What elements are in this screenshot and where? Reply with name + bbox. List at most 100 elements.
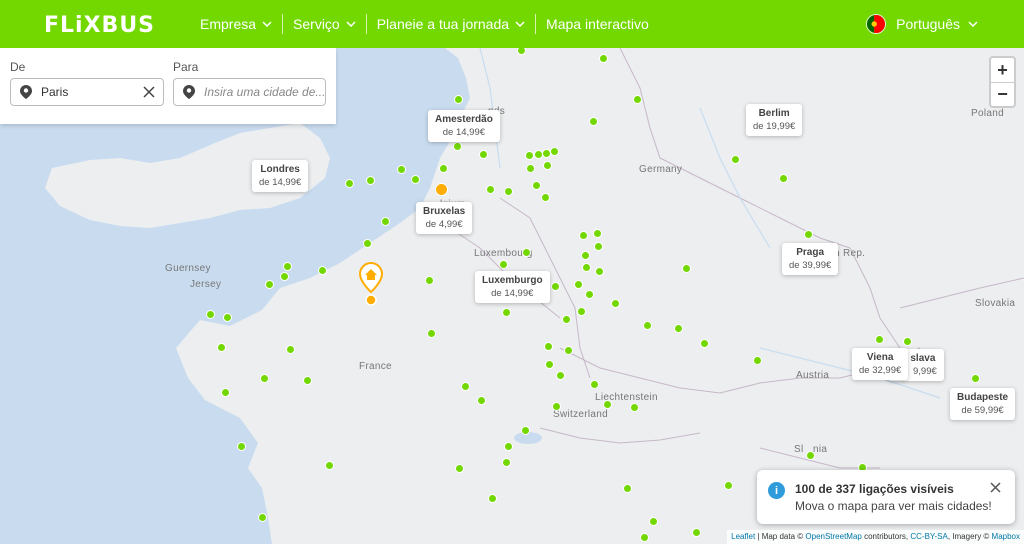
city-dot[interactable] bbox=[589, 117, 598, 126]
nav-item-mapa[interactable]: Mapa interactivo bbox=[535, 14, 659, 34]
city-dot[interactable] bbox=[971, 374, 980, 383]
osm-link[interactable]: OpenStreetMap bbox=[805, 532, 861, 541]
city-dot[interactable] bbox=[903, 337, 912, 346]
nav-item-empresa[interactable]: Empresa bbox=[200, 14, 282, 34]
city-dot[interactable] bbox=[221, 388, 230, 397]
flixbus-logo[interactable]: FLiXBUS bbox=[44, 13, 155, 38]
leaflet-link[interactable]: Leaflet bbox=[731, 532, 755, 541]
city-dot[interactable] bbox=[286, 345, 295, 354]
highlighted-city-dot[interactable] bbox=[435, 183, 448, 196]
language-selector[interactable]: Português bbox=[866, 14, 978, 34]
city-dot[interactable] bbox=[521, 426, 530, 435]
city-dot[interactable] bbox=[545, 360, 554, 369]
to-input[interactable] bbox=[204, 85, 324, 99]
city-dot[interactable] bbox=[594, 242, 603, 251]
city-dot[interactable] bbox=[461, 382, 470, 391]
city-dot[interactable] bbox=[724, 481, 733, 490]
city-dot[interactable] bbox=[504, 442, 513, 451]
city-dot[interactable] bbox=[223, 313, 232, 322]
mapbox-link[interactable]: Mapbox bbox=[992, 532, 1020, 541]
city-dot[interactable] bbox=[550, 147, 559, 156]
city-dot[interactable] bbox=[611, 299, 620, 308]
city-dot[interactable] bbox=[804, 230, 813, 239]
city-dot[interactable] bbox=[806, 451, 815, 460]
from-field[interactable] bbox=[10, 78, 164, 106]
city-dot[interactable] bbox=[633, 95, 642, 104]
clear-icon[interactable] bbox=[143, 86, 155, 98]
city-dot[interactable] bbox=[439, 164, 448, 173]
nav-item-servico[interactable]: Serviço bbox=[282, 14, 366, 34]
city-dot[interactable] bbox=[283, 262, 292, 271]
license-link[interactable]: CC-BY-SA bbox=[910, 532, 948, 541]
origin-home-marker[interactable] bbox=[359, 262, 383, 308]
city-dot[interactable] bbox=[552, 402, 561, 411]
zoom-out-button[interactable]: − bbox=[991, 82, 1014, 106]
city-dot[interactable] bbox=[522, 248, 531, 257]
city-dot[interactable] bbox=[630, 403, 639, 412]
city-dot[interactable] bbox=[504, 187, 513, 196]
city-dot[interactable] bbox=[551, 282, 560, 291]
city-tooltip-prague[interactable]: Praga de 39,99€ bbox=[782, 243, 839, 275]
city-dot[interactable] bbox=[556, 371, 565, 380]
city-dot[interactable] bbox=[541, 193, 550, 202]
city-dot[interactable] bbox=[543, 161, 552, 170]
city-dot[interactable] bbox=[585, 290, 594, 299]
city-dot[interactable] bbox=[599, 54, 608, 63]
city-dot[interactable] bbox=[640, 533, 649, 542]
city-dot[interactable] bbox=[265, 280, 274, 289]
city-dot[interactable] bbox=[455, 464, 464, 473]
city-dot[interactable] bbox=[582, 263, 591, 272]
city-dot[interactable] bbox=[397, 165, 406, 174]
city-tooltip-berlin[interactable]: Berlim de 19,99€ bbox=[746, 104, 803, 136]
city-dot[interactable] bbox=[488, 494, 497, 503]
city-dot[interactable] bbox=[237, 442, 246, 451]
city-dot[interactable] bbox=[574, 280, 583, 289]
city-dot[interactable] bbox=[590, 380, 599, 389]
city-dot[interactable] bbox=[649, 517, 658, 526]
city-dot[interactable] bbox=[595, 267, 604, 276]
city-dot[interactable] bbox=[427, 329, 436, 338]
city-dot[interactable] bbox=[345, 179, 354, 188]
city-dot[interactable] bbox=[674, 324, 683, 333]
city-dot[interactable] bbox=[623, 484, 632, 493]
city-dot[interactable] bbox=[564, 346, 573, 355]
city-dot[interactable] bbox=[579, 231, 588, 240]
city-dot[interactable] bbox=[779, 174, 788, 183]
city-dot[interactable] bbox=[280, 272, 289, 281]
city-dot[interactable] bbox=[499, 260, 508, 269]
city-dot[interactable] bbox=[562, 315, 571, 324]
city-dot[interactable] bbox=[593, 229, 602, 238]
city-dot[interactable] bbox=[577, 307, 586, 316]
city-dot[interactable] bbox=[381, 217, 390, 226]
city-dot[interactable] bbox=[325, 461, 334, 470]
city-dot[interactable] bbox=[682, 264, 691, 273]
to-field[interactable] bbox=[173, 78, 326, 106]
close-icon[interactable] bbox=[990, 482, 1001, 493]
city-dot[interactable] bbox=[217, 343, 226, 352]
city-dot[interactable] bbox=[581, 251, 590, 260]
city-dot[interactable] bbox=[258, 513, 267, 522]
city-dot[interactable] bbox=[454, 95, 463, 104]
city-dot[interactable] bbox=[303, 376, 312, 385]
zoom-in-button[interactable]: + bbox=[991, 58, 1014, 82]
city-dot[interactable] bbox=[206, 310, 215, 319]
city-dot[interactable] bbox=[411, 175, 420, 184]
city-dot[interactable] bbox=[700, 339, 709, 348]
city-dot[interactable] bbox=[479, 150, 488, 159]
city-dot[interactable] bbox=[486, 185, 495, 194]
city-dot[interactable] bbox=[502, 308, 511, 317]
city-tooltip-brussels[interactable]: Bruxelas de 4,99€ bbox=[416, 202, 473, 234]
city-dot[interactable] bbox=[425, 276, 434, 285]
city-dot[interactable] bbox=[544, 342, 553, 351]
nav-item-planeie[interactable]: Planeie a tua jornada bbox=[365, 14, 535, 34]
city-dot[interactable] bbox=[753, 356, 762, 365]
city-dot[interactable] bbox=[477, 396, 486, 405]
city-tooltip-budapest[interactable]: Budapeste de 59,99€ bbox=[950, 388, 1016, 420]
city-dot[interactable] bbox=[453, 142, 462, 151]
city-tooltip-london[interactable]: Londres de 14,99€ bbox=[252, 160, 309, 192]
city-dot[interactable] bbox=[643, 321, 652, 330]
city-dot[interactable] bbox=[502, 458, 511, 467]
city-dot[interactable] bbox=[318, 266, 327, 275]
city-dot[interactable] bbox=[532, 181, 541, 190]
city-dot[interactable] bbox=[366, 176, 375, 185]
